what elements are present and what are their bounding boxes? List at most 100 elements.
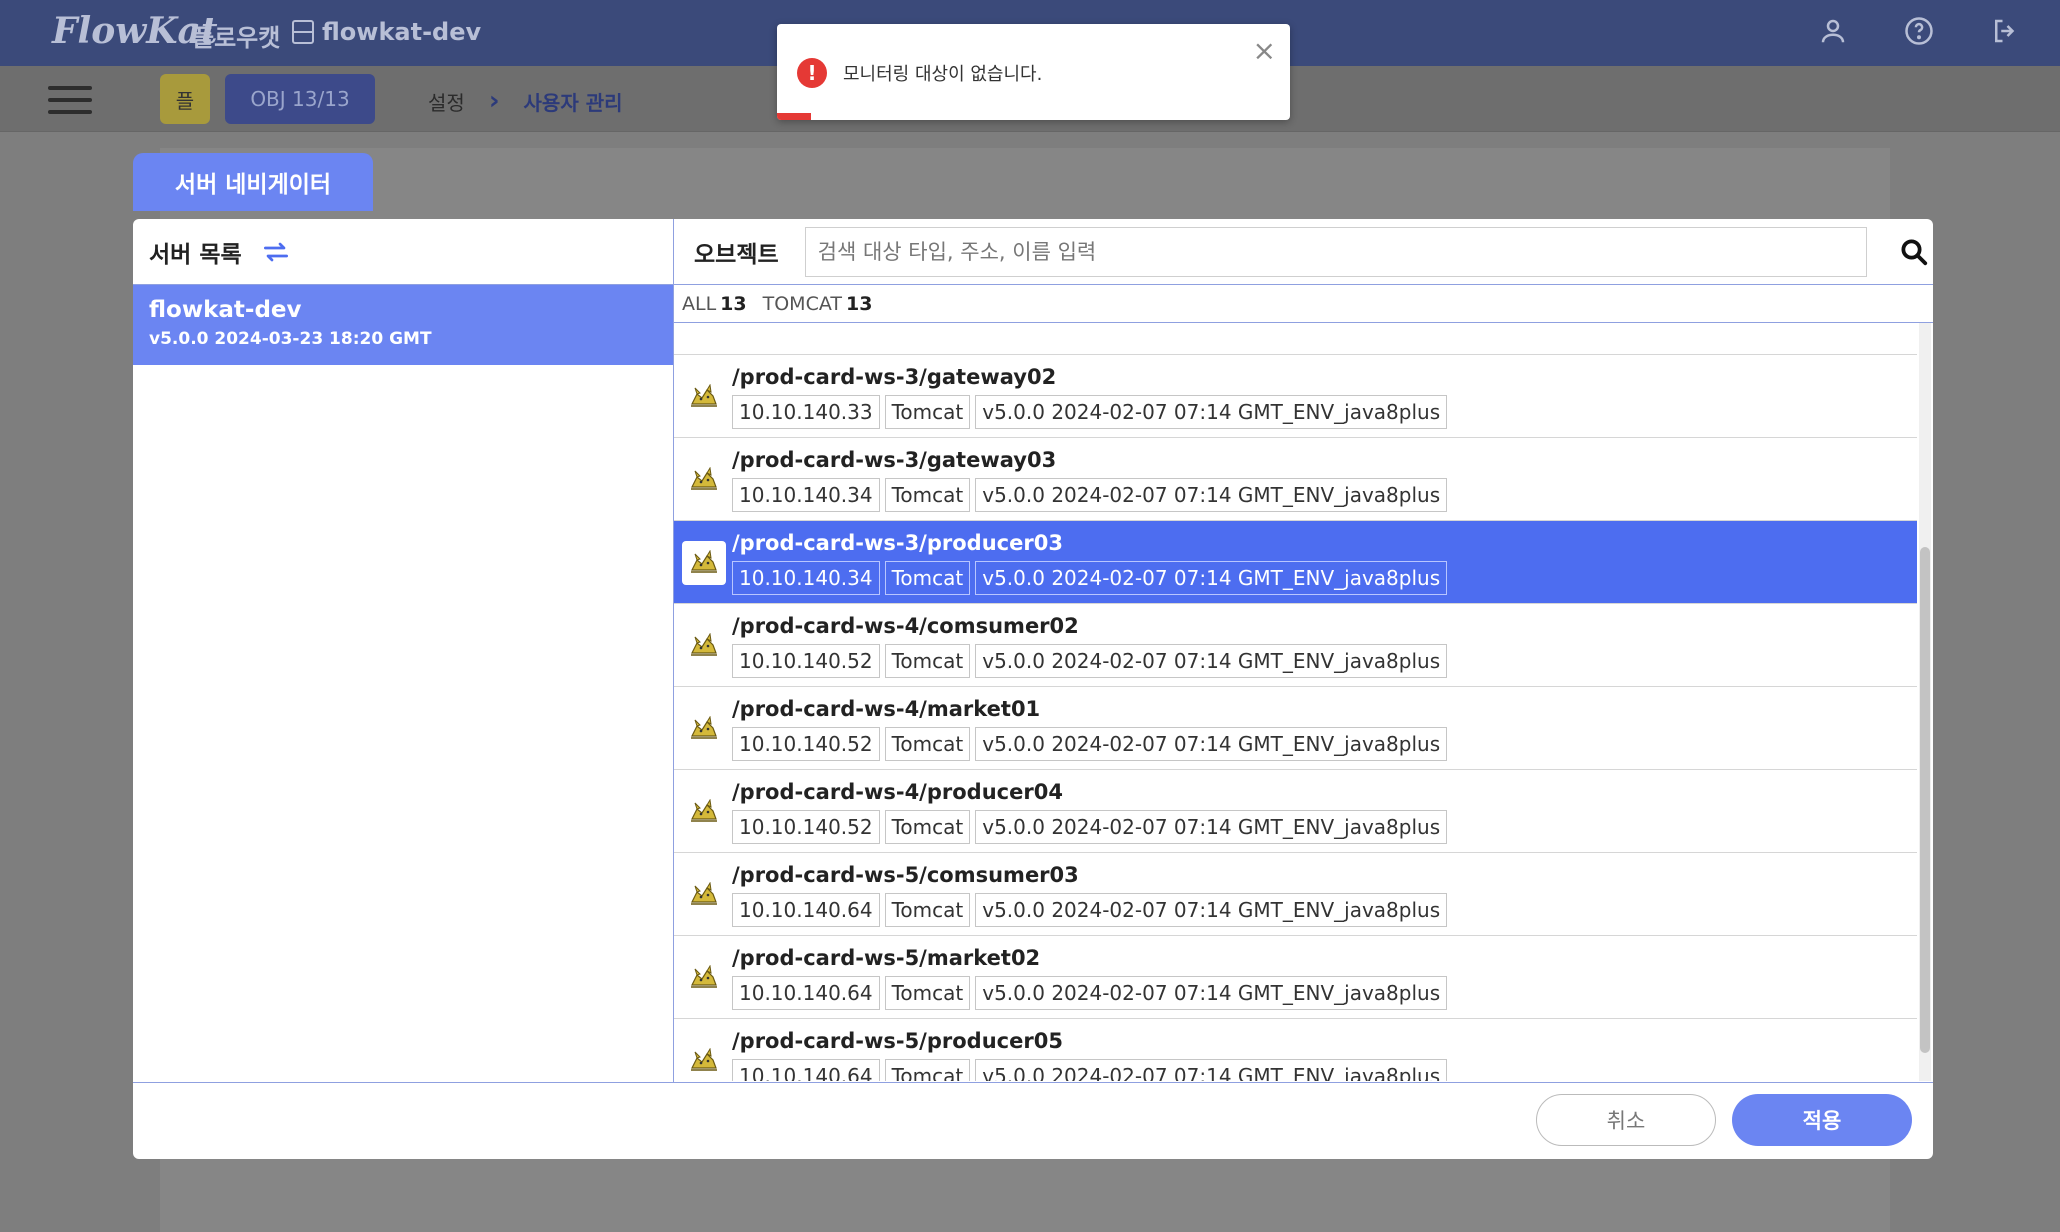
object-ip: 10.10.140.52: [732, 727, 880, 761]
object-name: /prod-card-ws-4/comsumer02: [732, 614, 1079, 638]
server-navigator-dialog: 서버 목록 flowkat-dev v5.0.0 2024-03-23 18:2…: [133, 219, 1933, 1159]
list-item[interactable]: /prod-card-ws-5/comsumer03 10.10.140.64 To…: [674, 853, 1917, 936]
object-ip: 10.10.140.33: [732, 395, 880, 429]
search-input[interactable]: [804, 226, 1867, 277]
list-item[interactable]: /prod-card-ws-4/comsumer02 10.10.140.52 To…: [674, 604, 1917, 687]
object-ip: 10.10.140.64: [732, 976, 880, 1010]
tomcat-icon: [682, 541, 726, 585]
object-ip: 10.10.140.34: [732, 478, 880, 512]
refresh-icon[interactable]: [260, 236, 292, 268]
logout-icon[interactable]: [1990, 16, 2020, 46]
object-agent-version: v5.0.0 2024-02-07 07:14 GMT_ENV_java8plu…: [975, 727, 1448, 761]
tomcat-icon: [682, 790, 726, 834]
object-type: Tomcat: [884, 1059, 971, 1081]
tomcat-icon: [682, 707, 726, 751]
tomcat-icon: [682, 375, 726, 419]
current-server[interactable]: flowkat-dev: [292, 18, 481, 46]
filter-label: TOMCAT: [762, 292, 842, 315]
object-name: /prod-card-ws-5/producer05: [732, 1029, 1063, 1053]
tomcat-icon: [682, 1039, 726, 1081]
breadcrumb-settings[interactable]: 설정: [428, 87, 465, 116]
list-item[interactable]: /prod-card-ws-4/market01 10.10.140.52 Tomc…: [674, 687, 1917, 770]
object-panel-header: 오브젝트: [674, 219, 1933, 285]
server-icon: [292, 20, 314, 44]
filter-count: 13: [720, 292, 747, 315]
object-type: Tomcat: [884, 893, 971, 927]
tomcat-icon: [682, 873, 726, 917]
error-toast: ! 모니터링 대상이 없습니다. ×: [777, 24, 1290, 120]
type-filter-bar: ALL 13 TOMCAT 13: [674, 285, 1933, 323]
object-ip: 10.10.140.64: [732, 893, 880, 927]
object-list[interactable]: /prod-card-ws-3/gateway02 10.10.140.33 Tom…: [674, 323, 1917, 1081]
filter-label: ALL: [682, 292, 717, 315]
server-list-item[interactable]: flowkat-dev v5.0.0 2024-03-23 18:20 GMT: [133, 285, 673, 365]
dialog-footer: 취소 적용: [133, 1082, 1933, 1159]
object-name: /prod-card-ws-4/market01: [732, 697, 1041, 721]
tomcat-icon: [682, 956, 726, 1000]
server-list-title: 서버 목록: [149, 241, 242, 268]
scrollbar-thumb[interactable]: [1920, 547, 1930, 1053]
object-agent-version: v5.0.0 2024-02-07 07:14 GMT_ENV_java8plu…: [975, 976, 1448, 1010]
brand-name-kr: 플로우캣: [192, 24, 281, 52]
menu-icon[interactable]: [48, 86, 92, 114]
breadcrumb-user-management: 사용자 관리: [523, 90, 623, 115]
help-icon[interactable]: [1904, 16, 1934, 46]
object-type: Tomcat: [884, 727, 971, 761]
object-name: /prod-card-ws-4/producer04: [732, 780, 1063, 804]
toast-message: 모니터링 대상이 없습니다.: [843, 64, 1043, 85]
object-agent-version: v5.0.0 2024-02-07 07:14 GMT_ENV_java8plu…: [975, 644, 1448, 678]
server-item-version: v5.0.0 2024-03-23 18:20 GMT: [149, 329, 432, 349]
filter-count: 13: [845, 292, 873, 315]
object-agent-version: v5.0.0 2024-02-07 07:14 GMT_ENV_java8plu…: [975, 893, 1448, 927]
object-ip: 10.10.140.52: [732, 810, 880, 844]
object-tags: 10.10.140.52 Tomcat v5.0.0 2024-02-07 07:1…: [732, 810, 1448, 844]
object-agent-version: v5.0.0 2024-02-07 07:14 GMT_ENV_java8plu…: [975, 395, 1448, 429]
object-tags: 10.10.140.52 Tomcat v5.0.0 2024-02-07 07:1…: [732, 644, 1448, 678]
object-ip: 10.10.140.34: [732, 561, 880, 595]
object-name: /prod-card-ws-3/gateway03: [732, 448, 1057, 472]
list-item[interactable]: /prod-card-ws-5/producer05 10.10.140.64 To…: [674, 1019, 1917, 1081]
object-count-button[interactable]: OBJ 13/13: [225, 74, 375, 124]
object-type: Tomcat: [884, 395, 971, 429]
object-type: Tomcat: [884, 478, 971, 512]
filter-tomcat[interactable]: TOMCAT 13: [763, 293, 873, 315]
top-icons: [1818, 16, 2020, 46]
user-icon[interactable]: [1818, 16, 1848, 46]
apply-button[interactable]: 적용: [1732, 1094, 1912, 1146]
server-list-panel: 서버 목록 flowkat-dev v5.0.0 2024-03-23 18:2…: [133, 219, 674, 1082]
error-icon: !: [797, 58, 827, 88]
server-navigator-tab[interactable]: 서버 네비게이터: [133, 153, 373, 211]
object-tags: 10.10.140.34 Tomcat v5.0.0 2024-02-07 07:1…: [732, 478, 1448, 512]
object-name: /prod-card-ws-3/gateway02: [732, 365, 1057, 389]
server-item-name: flowkat-dev: [149, 297, 302, 323]
avatar[interactable]: 플: [160, 74, 210, 124]
breadcrumb: 설정 › 사용자 관리: [428, 86, 623, 116]
object-tags: 10.10.140.33 Tomcat v5.0.0 2024-02-07 07:1…: [732, 395, 1448, 429]
list-item-partial: [674, 323, 1917, 355]
list-item[interactable]: /prod-card-ws-4/producer04 10.10.140.52 To…: [674, 770, 1917, 853]
server-list-header: 서버 목록: [133, 219, 673, 285]
filter-all[interactable]: ALL 13: [682, 293, 747, 315]
list-item[interactable]: /prod-card-ws-3/gateway02 10.10.140.33 Tom…: [674, 355, 1917, 438]
object-agent-version: v5.0.0 2024-02-07 07:14 GMT_ENV_java8plu…: [975, 810, 1448, 844]
object-type: Tomcat: [884, 810, 971, 844]
object-list-scrollbar[interactable]: [1919, 323, 1931, 1081]
list-item[interactable]: /prod-card-ws-3/producer03 10.10.140.34 To…: [674, 521, 1917, 604]
cancel-button[interactable]: 취소: [1536, 1094, 1716, 1146]
list-item[interactable]: /prod-card-ws-3/gateway03 10.10.140.34 Tom…: [674, 438, 1917, 521]
current-server-label: flowkat-dev: [322, 18, 482, 46]
close-icon[interactable]: ×: [1253, 34, 1276, 67]
object-tags: 10.10.140.52 Tomcat v5.0.0 2024-02-07 07:1…: [732, 727, 1448, 761]
tomcat-icon: [682, 624, 726, 668]
list-item[interactable]: /prod-card-ws-5/market02 10.10.140.64 Tomc…: [674, 936, 1917, 1019]
object-type: Tomcat: [884, 644, 971, 678]
object-tags: 10.10.140.34 Tomcat v5.0.0 2024-02-07 07:1…: [732, 561, 1448, 595]
object-agent-version: v5.0.0 2024-02-07 07:14 GMT_ENV_java8plu…: [975, 561, 1448, 595]
toast-progress-bar: [777, 113, 811, 120]
object-agent-version: v5.0.0 2024-02-07 07:14 GMT_ENV_java8plu…: [975, 478, 1448, 512]
tomcat-icon: [682, 458, 726, 502]
object-ip: 10.10.140.64: [732, 1059, 880, 1081]
search-icon[interactable]: [1899, 237, 1929, 267]
object-panel-title: 오브젝트: [694, 241, 779, 268]
object-name: /prod-card-ws-3/producer03: [732, 531, 1063, 555]
